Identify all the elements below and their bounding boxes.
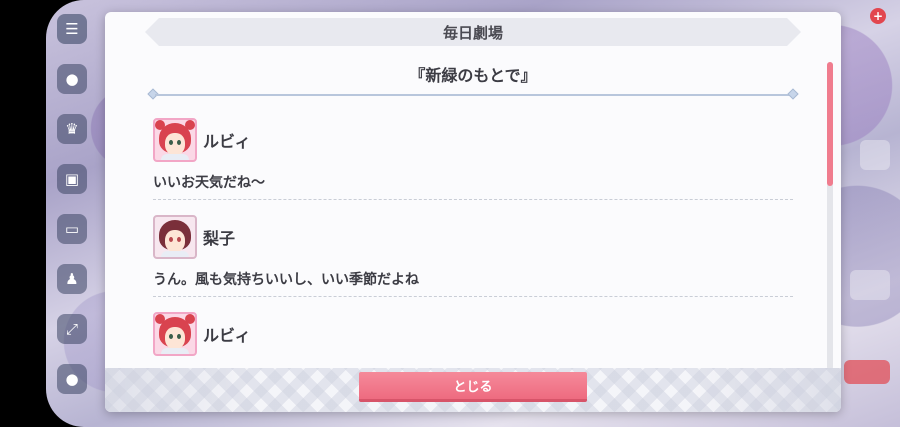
modal-title: 毎日劇場 [442, 23, 503, 42]
speaker-name: ルビィ [203, 132, 251, 151]
speaker-row: ルビィ [153, 118, 251, 162]
dialog-text: うん。風も気持ちいいし、いい季節だよね [153, 272, 419, 288]
dialog-line: ルビィ [153, 306, 793, 372]
daily-theater-modal: 毎日劇場 『新緑のもとで』 ルビィ いいお天気だね〜 梨子 うん。風も気持ちいい… [105, 12, 841, 412]
dialog-line: ルビィ いいお天気だね〜 [153, 112, 793, 209]
modal-footer: とじる [105, 368, 841, 412]
dialog-list[interactable]: ルビィ いいお天気だね〜 梨子 うん。風も気持ちいいし、いい季節だよね ルビィ [153, 112, 793, 372]
episode-title: 『新緑のもとで』 [409, 66, 537, 85]
modal-header: 毎日劇場 [145, 18, 801, 46]
present-icon[interactable]: ▣ [57, 164, 87, 194]
dialog-line: 梨子 うん。風も気持ちいいし、いい季節だよね [153, 209, 793, 306]
chat-icon[interactable]: ● [57, 64, 87, 94]
ruby-avatar-icon [153, 118, 197, 162]
ruby-avatar-icon [153, 312, 197, 356]
message-icon[interactable]: ▭ [57, 214, 87, 244]
dialog-text: いいお天気だね〜 [153, 175, 265, 191]
member-icon[interactable]: ♟ [57, 264, 87, 294]
speaker-row: ルビィ [153, 312, 251, 356]
riko-avatar-icon [153, 215, 197, 259]
line-divider [153, 199, 793, 200]
close-button[interactable]: とじる [359, 372, 587, 402]
speaker-row: 梨子 [153, 215, 235, 259]
side-menu: ☰ ● ♛ ▣ ▭ ♟ ⤢ ● [54, 8, 90, 418]
right-widget-2[interactable] [850, 270, 890, 300]
scroll-thumb[interactable] [827, 62, 833, 186]
rule-diamond-right [787, 88, 799, 100]
speaker-name: ルビィ [203, 326, 251, 345]
title-divider [155, 94, 795, 96]
scrollbar[interactable] [827, 62, 833, 370]
right-widget-3[interactable] [844, 360, 890, 384]
expand-icon[interactable]: ⤢ [57, 314, 87, 344]
right-widget-1[interactable] [860, 140, 890, 170]
menu-icon[interactable]: ☰ [57, 14, 87, 44]
speaker-name: 梨子 [203, 229, 236, 248]
user-icon[interactable]: ● [57, 364, 87, 394]
line-divider [153, 296, 793, 297]
plus-icon[interactable]: + [870, 8, 886, 24]
event-icon[interactable]: ♛ [57, 114, 87, 144]
